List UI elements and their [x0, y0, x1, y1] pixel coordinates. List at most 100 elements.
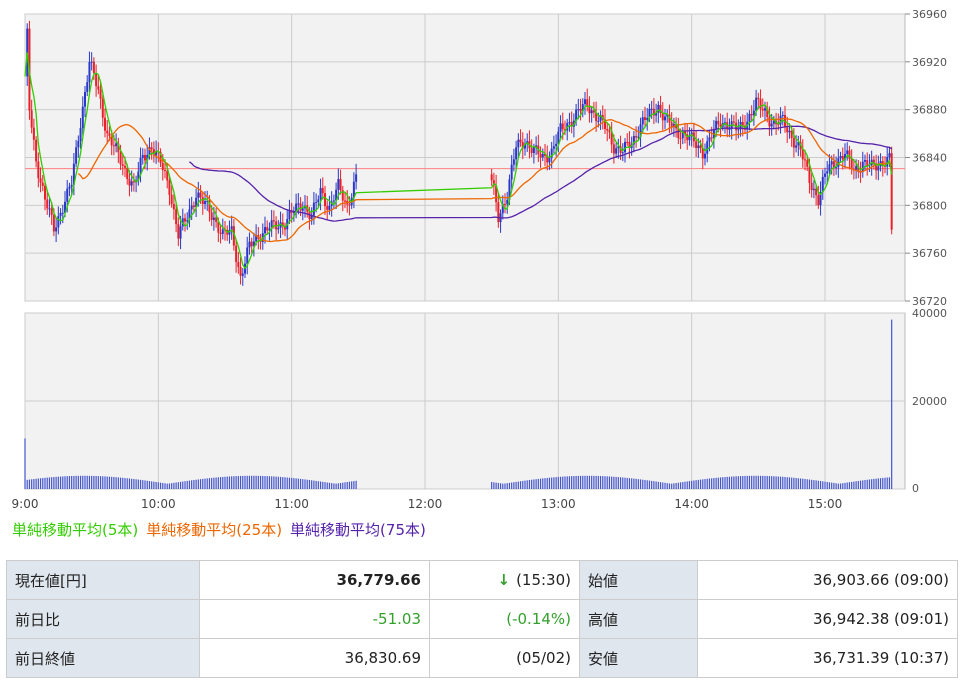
volume-bar [699, 479, 702, 489]
volume-bar [846, 482, 848, 489]
volume-bar [788, 477, 791, 489]
volume-bar [519, 481, 522, 489]
candle-body [92, 61, 95, 73]
volume-bar [164, 483, 166, 489]
volume-bar [208, 478, 211, 489]
candle-body [732, 121, 735, 123]
candle-body [44, 185, 46, 200]
volume-bar [215, 477, 217, 489]
candle-body [792, 138, 795, 148]
volume-bar [844, 482, 846, 489]
volume-bar [348, 481, 351, 489]
volume-bar [322, 481, 324, 489]
volume-bar [546, 477, 548, 489]
candle-body [297, 203, 300, 205]
candle-body [108, 133, 111, 136]
candle-body [748, 114, 751, 122]
volume-bar [762, 475, 764, 489]
volume-bar [526, 480, 528, 489]
candle-body [315, 202, 318, 204]
candle-body [139, 157, 142, 172]
volume-bar [91, 475, 93, 489]
volume-bar [779, 476, 782, 489]
volume-bar [77, 475, 79, 489]
volume-tick-label: 0 [912, 482, 919, 495]
volume-bar [566, 476, 568, 489]
volume-bar [611, 476, 613, 489]
candle-body [84, 92, 86, 107]
volume-bar [197, 479, 199, 489]
candle-body [130, 181, 133, 186]
volume-bar [497, 482, 499, 489]
price-tick-label: 36880 [912, 104, 947, 117]
candle-body [826, 171, 829, 174]
volume-bar [588, 475, 591, 489]
volume-bar [826, 481, 828, 489]
candle-body [824, 173, 826, 177]
volume-bar [73, 475, 75, 489]
volume-bar [837, 483, 839, 489]
volume-bar [597, 475, 599, 489]
volume-bar [522, 480, 524, 489]
volume-bar [206, 478, 208, 489]
volume-bar [284, 477, 286, 489]
volume-bar [839, 483, 842, 489]
volume-bar [879, 478, 882, 489]
volume-bar [251, 475, 253, 489]
volume-bar [313, 480, 315, 489]
volume-bar [157, 482, 159, 489]
volume-bar [335, 483, 337, 489]
volume-bar [304, 479, 306, 489]
volume-bar [293, 478, 295, 489]
candle-body [788, 130, 791, 133]
volume-bar [786, 477, 788, 489]
volume-bar [877, 478, 879, 489]
candle-body [530, 148, 533, 154]
candle-body [815, 188, 818, 196]
volume-bar [108, 476, 111, 489]
volume-bar [724, 477, 726, 489]
volume-bar [633, 478, 635, 489]
volume-bar [517, 481, 519, 489]
volume-bar [695, 480, 697, 489]
candle-body [141, 154, 144, 158]
candle-body [795, 145, 798, 148]
volume-bar [222, 476, 224, 489]
candle-body [241, 273, 244, 276]
volume-bar [302, 479, 304, 489]
candle-body [864, 160, 866, 162]
candle-body [584, 99, 586, 105]
volume-bar [113, 477, 115, 489]
volume-bar [51, 477, 53, 489]
volume-bar [242, 475, 244, 489]
volume-bar [728, 476, 731, 489]
volume-tick-label: 20000 [912, 395, 947, 408]
volume-bar [604, 476, 606, 489]
candle-body [150, 147, 153, 150]
volume-bar [95, 476, 97, 489]
volume-bar [211, 477, 213, 489]
volume-bar [46, 477, 48, 489]
volume-bar [297, 478, 299, 489]
volume-bar [237, 476, 239, 489]
volume-bar [193, 480, 195, 489]
volume-bar [651, 480, 653, 489]
volume-bar [855, 481, 857, 489]
volume-bar [86, 475, 88, 489]
candle-body [121, 164, 124, 166]
volume-bar [804, 478, 806, 489]
table-row: 前日終値 36,830.69 (05/02) 安値 36,731.39 (10:… [6, 638, 958, 678]
candle-body [221, 229, 224, 234]
volume-bar [615, 476, 617, 489]
candle-body [750, 114, 753, 116]
volume-bar [737, 476, 739, 489]
volume-bar [802, 478, 804, 489]
volume-bar [248, 475, 251, 489]
volume-bar [286, 477, 288, 489]
candle-body [841, 155, 844, 160]
candle-body [817, 195, 820, 206]
candle-body [512, 159, 515, 165]
candle-body [50, 208, 53, 215]
volume-bar [137, 479, 139, 489]
volume-bar [528, 480, 531, 489]
